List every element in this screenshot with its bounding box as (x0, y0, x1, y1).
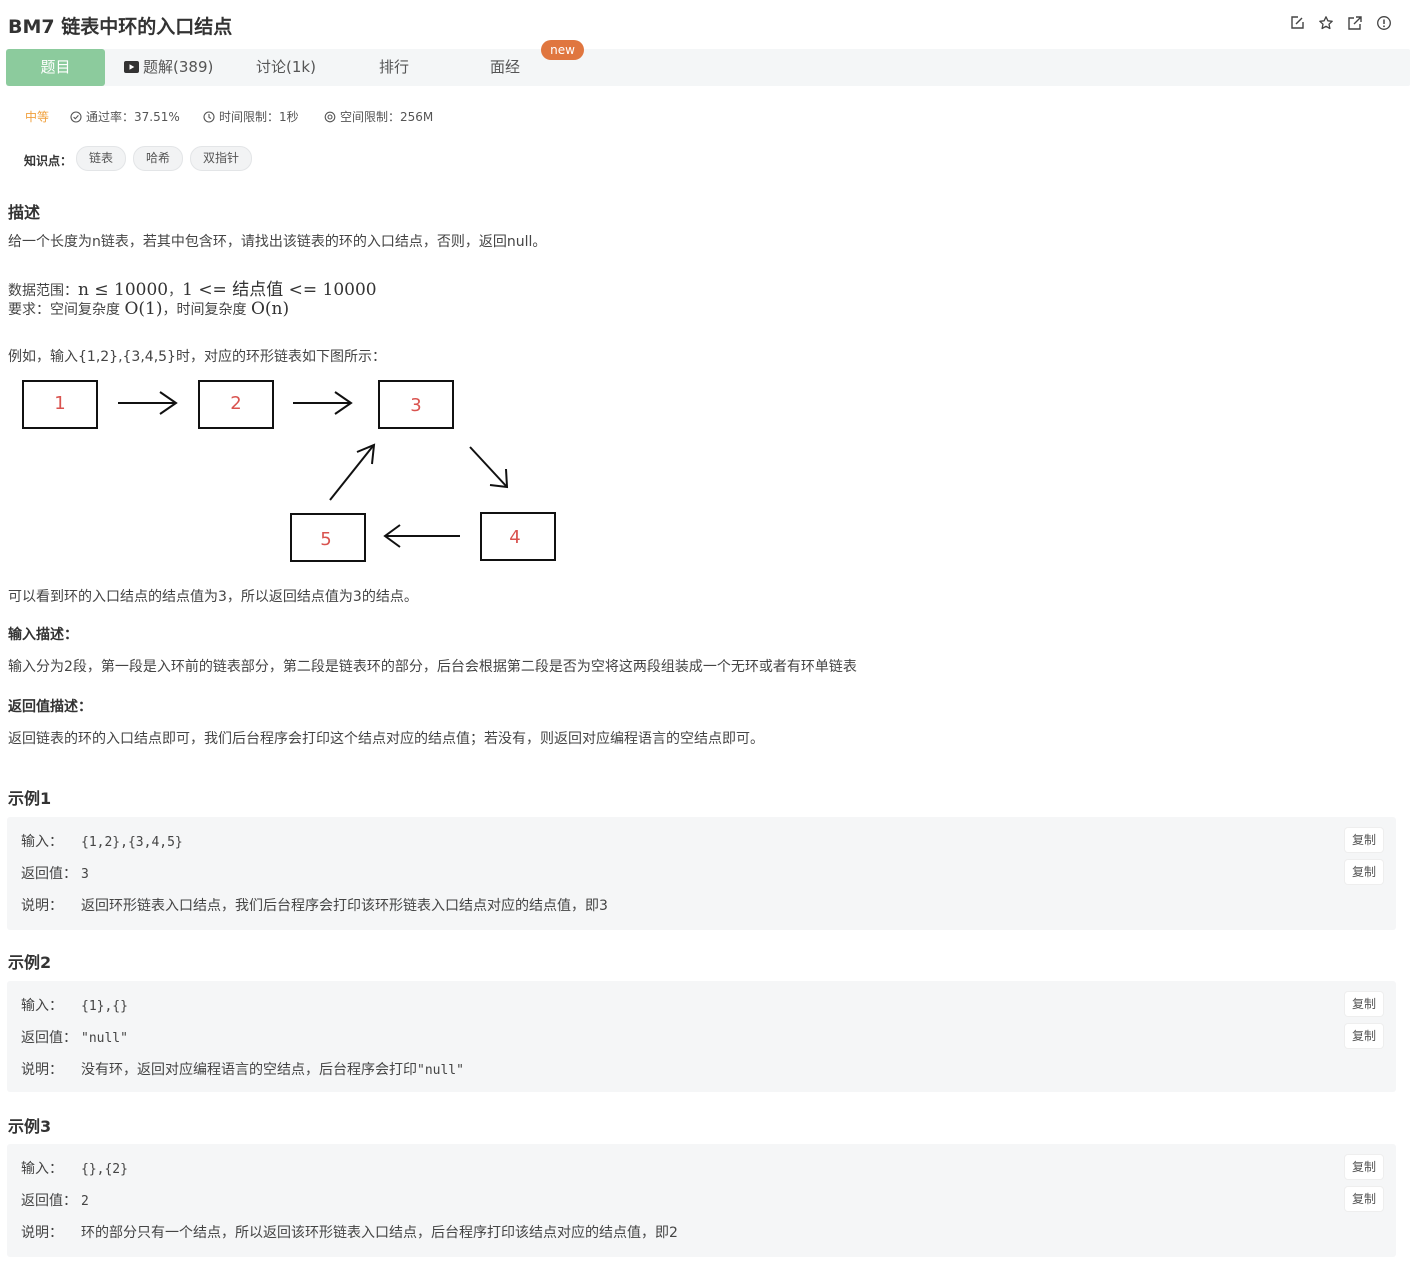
example-2-explain-code: "null" (417, 1063, 464, 1078)
example-1-input: {1,2},{3,4,5} (81, 835, 183, 850)
time-limit-text: 时间限制：1秒 (219, 110, 299, 124)
input-desc-heading: 输入描述： (8, 627, 78, 643)
requirement: 要求：空间复杂度 O(1)，时间复杂度 O(n) (8, 299, 289, 319)
copy-output-button[interactable]: 复制 (1345, 1187, 1383, 1211)
explain-label: 说明： (21, 1062, 63, 1078)
example-1-explain: 返回环形链表入口结点，我们后台程序会打印该环形链表入口结点对应的结点值，即3 (81, 898, 608, 914)
example-2-input-row: 输入： {1},{} (21, 995, 128, 1015)
share-icon[interactable] (1347, 15, 1363, 31)
example-1-output-row: 返回值： 3 (21, 863, 89, 883)
diagram-explanation: 可以看到环的入口结点的结点值为3，所以返回结点值为3的结点。 (8, 589, 418, 605)
space-limit-text: 空间限制：256M (340, 110, 434, 124)
explain-label: 说明： (21, 1225, 63, 1241)
arrow-5-to-3 (329, 443, 376, 501)
tab-interview[interactable]: 面经 (490, 49, 520, 86)
example-1-explain-row: 说明： 返回环形链表入口结点，我们后台程序会打印该环形链表入口结点对应的结点值，即… (21, 895, 608, 915)
output-label: 返回值： (21, 1030, 77, 1046)
input-label: 输入： (21, 834, 63, 850)
example-3-explain-row: 说明： 环的部分只有一个结点，所以返回该环形链表入口结点，后台程序打印该结点对应的… (21, 1222, 678, 1242)
edit-icon[interactable] (1289, 15, 1305, 31)
tab-solutions-label: 题解(389) (143, 58, 214, 76)
difficulty-label: 中等 (25, 110, 50, 124)
space-complexity: O(1) (124, 299, 163, 319)
linked-list-cycle-diagram: 1 2 3 4 5 (22, 380, 556, 562)
return-desc-heading: 返回值描述： (8, 699, 92, 715)
clock-icon (203, 110, 215, 123)
example-2-explain: 没有环，返回对应编程语言的空结点，后台程序会打印 (81, 1062, 417, 1078)
tag-linked-list[interactable]: 链表 (76, 146, 127, 171)
range-formula-value: 1 <= 结点值 <= 10000 (182, 280, 377, 300)
chip-icon (324, 111, 336, 122)
range-formula-n: n ≤ 10000 (78, 280, 169, 300)
example-1-output: 3 (81, 867, 89, 882)
output-label: 返回值： (21, 1193, 77, 1209)
arrow-3-to-4 (469, 446, 509, 489)
example-2-heading: 示例2 (8, 953, 52, 972)
tab-discussion[interactable]: 讨论(1k) (256, 49, 316, 86)
time-complexity: O(n) (250, 299, 290, 319)
description-text: 给一个长度为n链表，若其中包含环，请找出该链表的环的入口结点，否则，返回null… (8, 234, 547, 250)
tab-ranking[interactable]: 排行 (379, 49, 409, 86)
copy-input-button[interactable]: 复制 (1345, 828, 1383, 852)
node-label-4: 4 (509, 527, 520, 548)
star-icon[interactable] (1318, 15, 1334, 31)
range-separator: ， (168, 283, 183, 299)
example-3-box: 输入： {},{2} 返回值： 2 说明： 环的部分只有一个结点，所以返回该环形链表入… (7, 1144, 1396, 1257)
arrow-2-to-3 (293, 391, 353, 415)
report-icon[interactable] (1376, 15, 1392, 31)
example-3-input: {},{2} (81, 1162, 128, 1177)
node-label-5: 5 (320, 529, 331, 550)
explain-label: 说明： (21, 898, 63, 914)
input-desc-text: 输入分为2段，第一段是入环前的链表部分，第二段是链表环的部分，后台会根据第二段是… (8, 659, 857, 675)
arrow-1-to-2 (118, 391, 178, 415)
example-2-input: {1},{} (81, 999, 128, 1014)
input-label: 输入： (21, 1161, 63, 1177)
example-1-heading: 示例1 (8, 789, 52, 808)
arrow-4-to-5 (383, 524, 460, 548)
example-1-box: 输入： {1,2},{3,4,5} 返回值： 3 说明： 返回环形链表入口结点，我们后… (7, 817, 1396, 930)
description-heading: 描述 (8, 203, 41, 222)
knowledge-label: 知识点： (24, 154, 73, 168)
tab-problem[interactable]: 题目 (6, 49, 105, 86)
requirement-label: 要求：空间复杂度 (8, 302, 125, 318)
tag-two-pointers[interactable]: 双指针 (190, 146, 253, 171)
example-3-explain: 环的部分只有一个结点，所以返回该环形链表入口结点，后台程序打印该结点对应的结点值… (81, 1225, 678, 1241)
example-3-input-row: 输入： {},{2} (21, 1158, 128, 1178)
input-label: 输入： (21, 998, 63, 1014)
example-1-input-row: 输入： {1,2},{3,4,5} (21, 831, 183, 851)
problem-title: BM7 链表中环的入口结点 (8, 16, 233, 38)
copy-output-button[interactable]: 复制 (1345, 860, 1383, 884)
data-range-label: 数据范围： (8, 283, 78, 299)
copy-output-button[interactable]: 复制 (1345, 1024, 1383, 1048)
requirement-mid: ，时间复杂度 (162, 302, 251, 318)
tag-hash[interactable]: 哈希 (133, 146, 184, 171)
check-circle-icon (70, 110, 82, 123)
copy-input-button[interactable]: 复制 (1345, 1155, 1383, 1179)
data-range: 数据范围：n ≤ 10000，1 <= 结点值 <= 10000 (8, 275, 377, 300)
new-badge: new (541, 40, 584, 60)
pass-rate-text: 通过率：37.51% (86, 110, 180, 124)
example-intro: 例如，输入{1,2},{3,4,5}时，对应的环形链表如下图所示： (8, 349, 386, 365)
pass-rate: 通过率：37.51% (70, 108, 180, 125)
example-2-explain-row: 说明： 没有环，返回对应编程语言的空结点，后台程序会打印"null" (21, 1059, 464, 1079)
space-limit: 空间限制：256M (324, 108, 433, 125)
tab-bar: 题目 题解(389) 讨论(1k) 排行 面经 (6, 49, 1410, 86)
copy-input-button[interactable]: 复制 (1345, 992, 1383, 1016)
example-2-output-row: 返回值： "null" (21, 1027, 128, 1047)
example-2-box: 输入： {1},{} 返回值： "null" 说明： 没有环，返回对应编程语言的空结点… (7, 981, 1396, 1092)
example-3-output-row: 返回值： 2 (21, 1190, 89, 1210)
node-label-1: 1 (54, 393, 65, 414)
example-3-output: 2 (81, 1194, 89, 1209)
output-label: 返回值： (21, 866, 77, 882)
tab-solutions[interactable]: 题解(389) (124, 49, 213, 86)
node-label-2: 2 (230, 393, 241, 414)
video-icon (124, 61, 139, 73)
return-desc-text: 返回链表的环的入口结点即可，我们后台程序会打印这个结点对应的结点值；若没有，则返… (8, 731, 764, 747)
time-limit: 时间限制：1秒 (203, 108, 299, 125)
node-label-3: 3 (410, 395, 421, 416)
example-3-heading: 示例3 (8, 1117, 52, 1136)
header-toolbar (1289, 15, 1392, 31)
example-2-output: "null" (81, 1031, 128, 1046)
